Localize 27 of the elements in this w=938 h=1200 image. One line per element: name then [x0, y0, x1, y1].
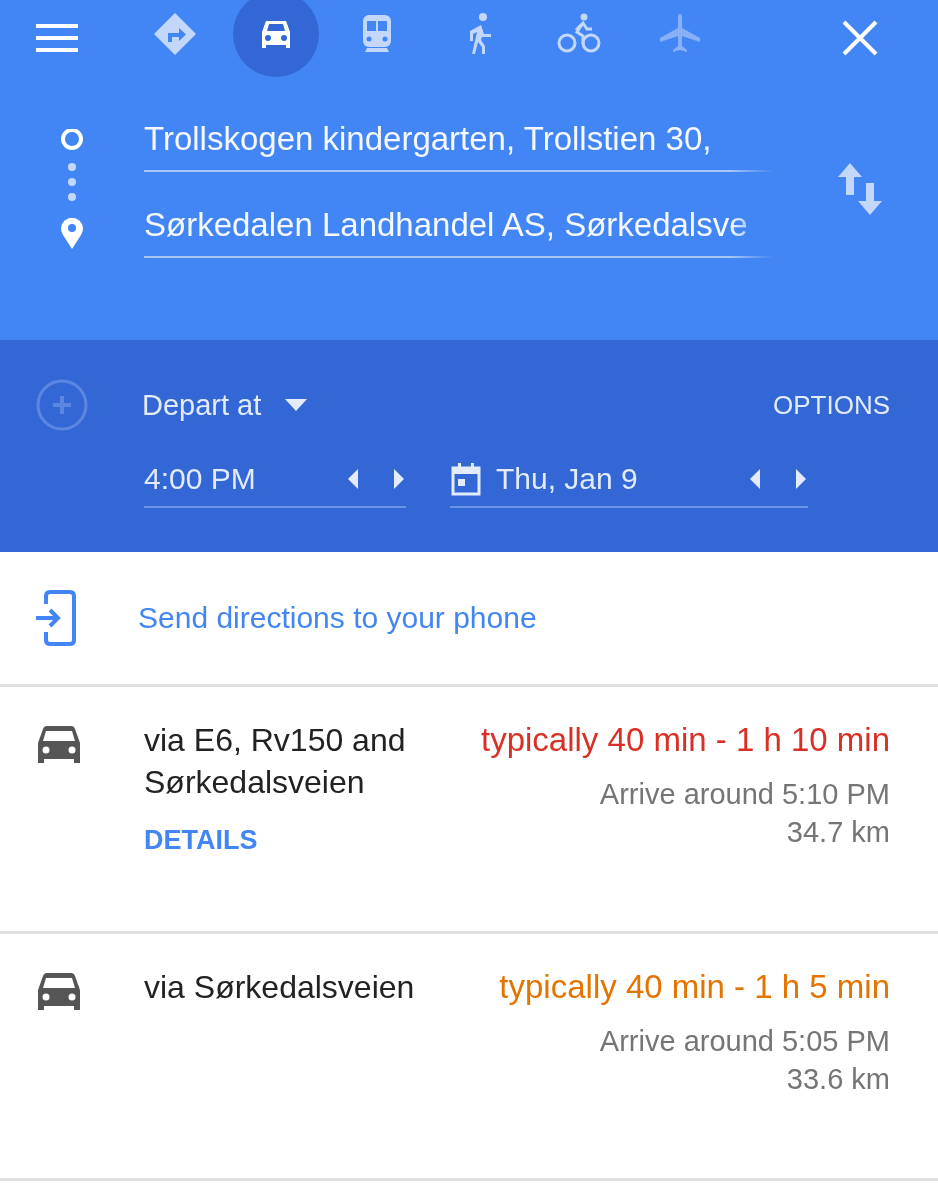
- next-icon[interactable]: [392, 469, 406, 489]
- duration-text: typically 40 min - 1 h 5 min: [499, 967, 890, 1007]
- next-icon[interactable]: [794, 469, 808, 489]
- previous-icon[interactable]: [748, 469, 762, 489]
- car-icon: [36, 972, 82, 1012]
- previous-icon[interactable]: [346, 469, 360, 489]
- arrival-text: Arrive around 5:05 PM: [599, 1024, 890, 1059]
- swap-icon[interactable]: [836, 161, 884, 217]
- depart-dropdown[interactable]: Depart at: [142, 388, 262, 422]
- destination-field[interactable]: Sørkedalen Landhandel AS, Sørkedalsve: [144, 206, 774, 258]
- distance-text: 33.6 km: [786, 1062, 890, 1097]
- send-to-phone-icon[interactable]: [36, 590, 76, 646]
- time-field[interactable]: 4:00 PM: [144, 452, 406, 508]
- route-via-text: via Sørkedalsveien: [144, 968, 415, 1007]
- origin-field[interactable]: Trollskogen kindergarten, Trollstien 30,: [144, 120, 774, 172]
- duration-text: typically 40 min - 1 h 10 min: [481, 720, 890, 760]
- details-link[interactable]: DETAILS: [144, 825, 258, 856]
- caret-icon[interactable]: [285, 399, 308, 411]
- calendar-icon: [450, 462, 482, 496]
- close-icon[interactable]: [840, 18, 880, 58]
- date-field[interactable]: Thu, Jan 9: [450, 452, 808, 508]
- options-button[interactable]: OPTIONS: [773, 389, 890, 421]
- car-icon: [36, 725, 82, 765]
- route-via-text: via E6, Rv150 and Sørkedalsveien: [144, 721, 407, 802]
- arrival-text: Arrive around 5:10 PM: [599, 777, 890, 812]
- send-directions-link[interactable]: Send directions to your phone: [138, 601, 537, 635]
- distance-text: 34.7 km: [786, 815, 890, 850]
